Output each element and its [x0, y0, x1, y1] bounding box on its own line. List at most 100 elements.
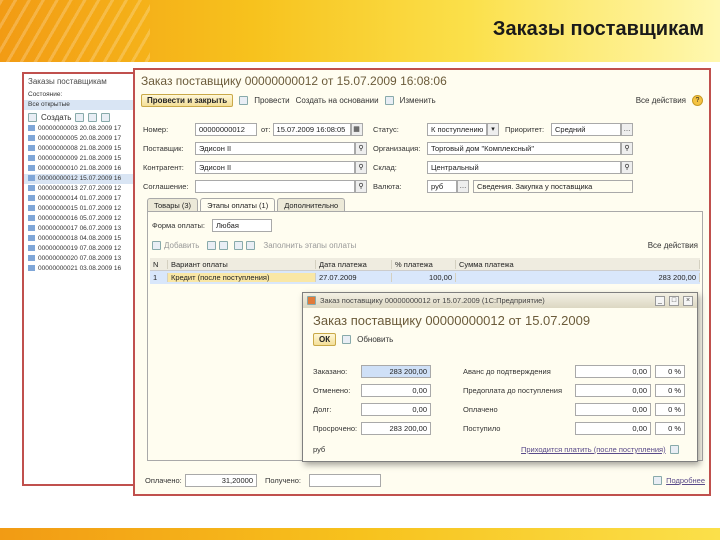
document-icon: [28, 205, 35, 212]
post-button[interactable]: Провести: [254, 96, 289, 105]
payment-all-actions-menu[interactable]: Все действия: [648, 241, 698, 250]
payment-schedule-link[interactable]: Приходится платить (после поступления): [521, 445, 666, 454]
save-icon[interactable]: [239, 95, 249, 105]
organization-search-icon[interactable]: ⚲: [621, 141, 633, 155]
ok-button[interactable]: ОК: [313, 333, 337, 346]
order-report-popup[interactable]: Заказ поставщику 00000000012 от 15.07.20…: [302, 292, 698, 462]
report-icon[interactable]: [669, 445, 679, 454]
add-icon[interactable]: [152, 240, 161, 250]
refresh-button[interactable]: Обновить: [357, 335, 393, 344]
supplier-search-icon[interactable]: ⚲: [355, 141, 367, 155]
organization-label: Организация:: [373, 143, 421, 153]
all-actions-menu[interactable]: Все действия: [636, 96, 686, 105]
agreement-row: Соглашение: ⚲: [143, 179, 367, 193]
priority-field[interactable]: Средний: [551, 122, 621, 136]
delete-icon[interactable]: [101, 112, 111, 122]
table-cell[interactable]: Кредит (после поступления): [168, 273, 316, 282]
create-icon[interactable]: [28, 112, 37, 122]
header-decoration: [0, 0, 150, 62]
priority-select-icon[interactable]: …: [621, 122, 633, 136]
list-item[interactable]: 00000000015 01.07.2009 12: [24, 204, 135, 214]
copy-icon[interactable]: [75, 112, 85, 122]
post-and-close-button[interactable]: Провести и закрыть: [141, 93, 234, 107]
calendar-icon[interactable]: ▦: [350, 122, 363, 136]
tab-additional[interactable]: Дополнительно: [277, 198, 346, 212]
list-item[interactable]: 00000000017 06.07.2009 13: [24, 224, 135, 234]
list-window-title: Заказы поставщикам: [28, 77, 107, 86]
orders-list: 00000000003 20.08.2009 17 00000000005 20.…: [24, 124, 135, 274]
date-field[interactable]: 15.07.2009 16:08:05: [272, 122, 351, 136]
counterparty-search-icon[interactable]: ⚲: [355, 160, 367, 174]
list-item-text: 00000000013 27.07.2009 12: [38, 185, 122, 192]
status-field[interactable]: К поступлению: [427, 122, 487, 136]
supplier-field[interactable]: Эдисон II: [195, 141, 355, 155]
create-based-on-button[interactable]: Создать на основании: [296, 96, 379, 105]
change-icon: [384, 95, 394, 105]
list-item[interactable]: 00000000009 21.08.2009 15: [24, 154, 135, 164]
list-item[interactable]: 00000000019 07.08.2009 12: [24, 244, 135, 254]
list-item[interactable]: 00000000008 21.08.2009 15: [24, 144, 135, 154]
table-row[interactable]: 1 Кредит (после поступления) 27.07.2009 …: [150, 271, 700, 284]
details-field[interactable]: Сведения. Закупка у поставщика: [473, 179, 633, 193]
popup-buttons: ОК Обновить: [303, 333, 697, 346]
agreement-field[interactable]: [195, 179, 355, 193]
tab-goods[interactable]: Товары (3): [147, 198, 199, 212]
minimize-icon[interactable]: _: [655, 295, 665, 306]
list-item-text: 00000000010 21.08.2009 16: [38, 165, 122, 172]
orders-list-window[interactable]: Заказы поставщикам Состояние: Все открыт…: [22, 72, 137, 486]
organization-field[interactable]: Торговый дом "Комплексный": [427, 141, 621, 155]
list-item-text: 00000000014 01.07.2009 17: [38, 195, 122, 202]
agreement-search-icon[interactable]: ⚲: [355, 179, 367, 193]
help-icon[interactable]: ?: [692, 94, 703, 106]
currency-select-icon[interactable]: …: [457, 179, 469, 193]
info-icon[interactable]: [653, 476, 663, 485]
move-up-icon[interactable]: [234, 240, 244, 250]
change-button[interactable]: Изменить: [400, 96, 436, 105]
payment-summary-label: Оплачено: [463, 405, 498, 414]
more-link[interactable]: Подробнее: [666, 476, 705, 485]
close-icon[interactable]: ×: [683, 295, 693, 306]
list-item[interactable]: 00000000018 04.08.2009 15: [24, 234, 135, 244]
warehouse-search-icon[interactable]: ⚲: [621, 160, 633, 174]
counterparty-field[interactable]: Эдисон II: [195, 160, 355, 174]
move-down-icon[interactable]: [246, 240, 256, 250]
list-item[interactable]: 00000000013 27.07.2009 12: [24, 184, 135, 194]
document-icon: [28, 125, 35, 132]
document-icon: [28, 195, 35, 202]
fill-stages-button[interactable]: Заполнить этапы оплаты: [263, 241, 356, 250]
create-button[interactable]: Создать: [41, 113, 71, 122]
payment-summary-percent: 0 %: [655, 422, 685, 435]
copy-row-icon[interactable]: [207, 240, 217, 250]
list-item[interactable]: 00000000014 01.07.2009 17: [24, 194, 135, 204]
filter-select[interactable]: Все открытые: [24, 100, 135, 110]
slide-footer: [0, 528, 720, 540]
status-dropdown-icon[interactable]: ▾: [487, 122, 499, 136]
tab-payment-stages[interactable]: Этапы оплаты (1): [200, 198, 276, 212]
slide-title: Заказы поставщикам: [492, 18, 704, 40]
list-item[interactable]: 00000000016 05.07.2009 12: [24, 214, 135, 224]
number-field[interactable]: 00000000012: [195, 122, 257, 136]
payment-summary-row: Оплачено 0,00 0 %: [463, 403, 685, 416]
warehouse-field[interactable]: Центральный: [427, 160, 621, 174]
column-header: % платежа: [392, 259, 456, 269]
supplier-label: Поставщик:: [143, 143, 184, 153]
list-item-text: 00000000012 15.07.2009 16: [38, 175, 122, 182]
edit-icon[interactable]: [88, 112, 98, 122]
list-item[interactable]: 00000000010 21.08.2009 16: [24, 164, 135, 174]
add-button[interactable]: Добавить: [164, 241, 199, 250]
delete-row-icon[interactable]: [219, 240, 229, 250]
payment-summary-value: 0,00: [575, 365, 651, 378]
list-item[interactable]: 00000000020 07.08.2009 13: [24, 254, 135, 264]
list-item-text: 00000000005 20.08.2009 17: [38, 135, 122, 142]
list-item[interactable]: 00000000021 03.08.2009 16: [24, 264, 135, 274]
list-item[interactable]: 00000000003 20.08.2009 17: [24, 124, 135, 134]
counterparty-label: Контрагент:: [143, 162, 184, 172]
payment-toolbar: Добавить Заполнить этапы оплаты Все дейс…: [152, 238, 698, 252]
currency-field[interactable]: руб: [427, 179, 457, 193]
payment-summary-label: Аванс до подтверждения: [463, 367, 551, 376]
maximize-icon[interactable]: □: [669, 295, 679, 306]
list-item[interactable]: 00000000012 15.07.2009 16: [24, 174, 135, 184]
payment-form-field[interactable]: Любая: [212, 218, 272, 232]
table-cell: 100,00: [392, 273, 456, 282]
list-item[interactable]: 00000000005 20.08.2009 17: [24, 134, 135, 144]
